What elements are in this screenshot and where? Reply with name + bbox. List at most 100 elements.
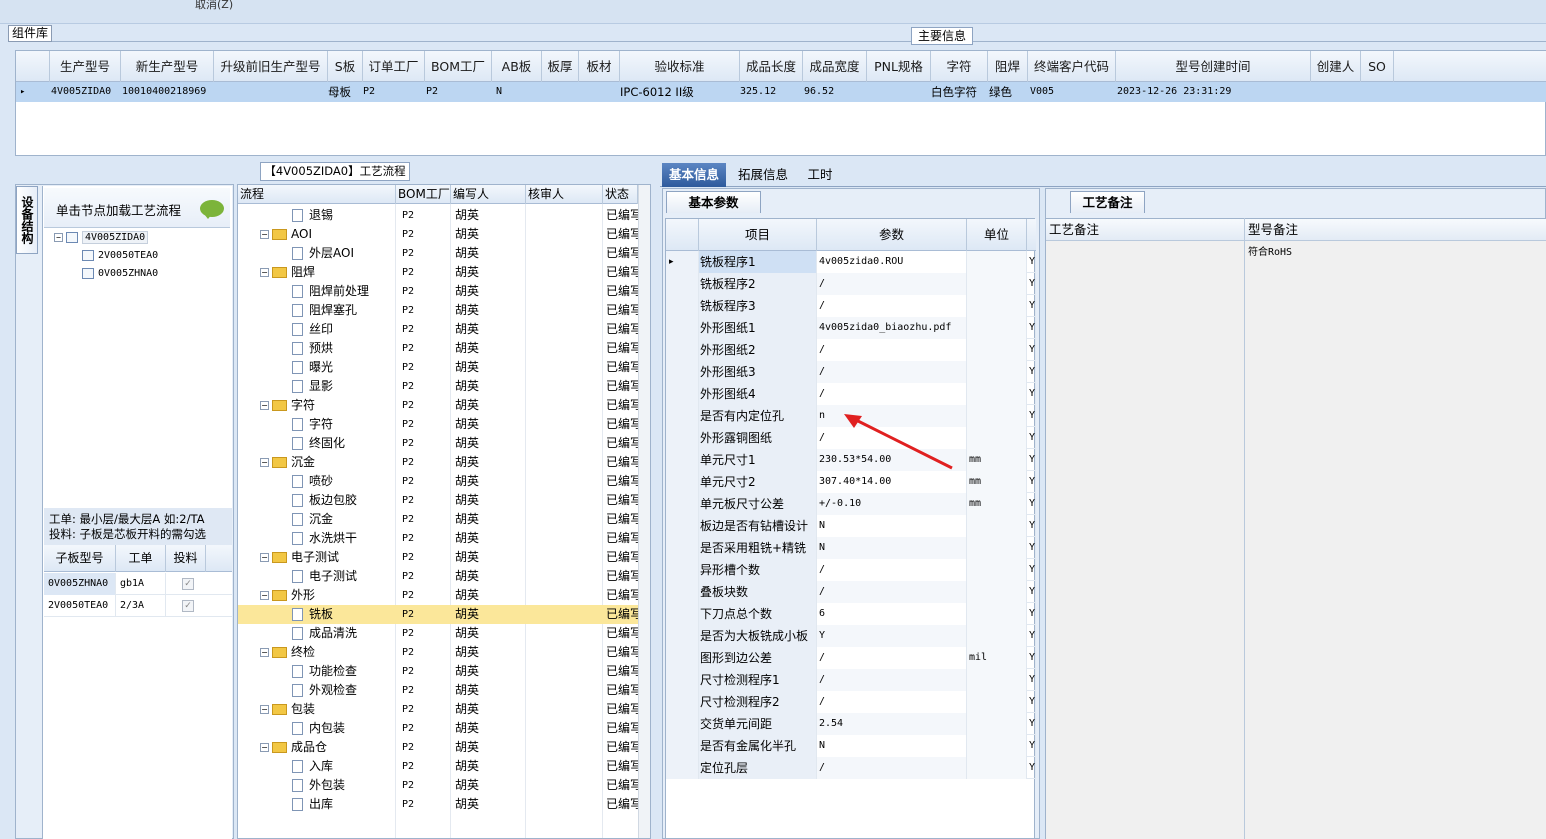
flow-row[interactable]: 成品清洗 P2 胡英 已编写: [238, 624, 638, 643]
param-flag-cell[interactable]: Y: [1027, 625, 1036, 647]
param-item-cell[interactable]: 是否为大板铣成小板: [699, 625, 817, 647]
param-row[interactable]: 单元板尺寸公差 +/-0.10 mm Y: [666, 493, 1036, 515]
col-header[interactable]: 流程: [238, 185, 396, 204]
param-unit-cell[interactable]: [967, 537, 1027, 559]
param-item-cell[interactable]: 铣板程序1: [699, 251, 817, 273]
component-library-tab[interactable]: 组件库: [8, 25, 53, 42]
cancel-label[interactable]: 取消(Z): [195, 0, 233, 12]
cell-length[interactable]: 325.12: [740, 82, 776, 102]
flow-row[interactable]: 曝光 P2 胡英 已编写: [238, 358, 638, 377]
cell-width[interactable]: 96.52: [804, 82, 834, 102]
row-indicator[interactable]: [666, 625, 699, 647]
row-indicator[interactable]: ▸: [666, 251, 699, 273]
param-flag-cell[interactable]: Y: [1027, 735, 1036, 757]
param-value-cell[interactable]: /: [817, 757, 967, 779]
param-unit-cell[interactable]: mm: [967, 471, 1027, 493]
param-unit-cell[interactable]: [967, 427, 1027, 449]
row-indicator[interactable]: [666, 603, 699, 625]
param-item-cell[interactable]: 单元尺寸2: [699, 471, 817, 493]
param-item-cell[interactable]: 单元尺寸1: [699, 449, 817, 471]
param-unit-cell[interactable]: [967, 669, 1027, 691]
col-header[interactable]: BOM工厂: [425, 51, 492, 82]
param-item-cell[interactable]: 外形图纸2: [699, 339, 817, 361]
flow-row[interactable]: 外层AOI P2 胡英 已编写: [238, 244, 638, 263]
param-flag-cell[interactable]: Y: [1027, 361, 1036, 383]
param-item-cell[interactable]: 图形到边公差: [699, 647, 817, 669]
flow-row[interactable]: 阻焊前处理 P2 胡英 已编写: [238, 282, 638, 301]
col-header[interactable]: BOM工厂: [396, 185, 451, 204]
collapse-icon[interactable]: −: [260, 230, 269, 239]
collapse-icon[interactable]: −: [260, 458, 269, 467]
flow-row[interactable]: 电子测试 P2 胡英 已编写: [238, 567, 638, 586]
col-header[interactable]: S板: [328, 51, 363, 82]
flow-row[interactable]: −电子测试 P2 胡英 已编写: [238, 548, 638, 567]
param-flag-cell[interactable]: Y: [1027, 471, 1036, 493]
param-unit-cell[interactable]: [967, 713, 1027, 735]
col-header[interactable]: 板材: [579, 51, 620, 82]
param-flag-cell[interactable]: Y: [1027, 691, 1036, 713]
col-header[interactable]: 成品宽度: [803, 51, 867, 82]
col-header[interactable]: 编写人: [451, 185, 526, 204]
param-value-cell[interactable]: /: [817, 361, 967, 383]
tree-node-child[interactable]: 2V0050TEA0: [82, 248, 158, 264]
param-value-cell[interactable]: 2.54: [817, 713, 967, 735]
flow-row[interactable]: −终检 P2 胡英 已编写: [238, 643, 638, 662]
tree-node-child[interactable]: 0V005ZHNA0: [82, 266, 158, 282]
collapse-icon[interactable]: −: [260, 705, 269, 714]
tree-node-root[interactable]: −4V005ZIDA0: [54, 230, 149, 246]
cell-sub-order[interactable]: 2/3A: [116, 595, 166, 617]
param-value-cell[interactable]: /: [817, 383, 967, 405]
param-unit-cell[interactable]: [967, 251, 1027, 273]
collapse-icon[interactable]: −: [54, 232, 63, 242]
param-unit-cell[interactable]: [967, 273, 1027, 295]
param-flag-cell[interactable]: Y: [1027, 647, 1036, 669]
notes-divider[interactable]: [1244, 218, 1245, 839]
param-value-cell[interactable]: /: [817, 559, 967, 581]
param-value-cell[interactable]: /: [817, 339, 967, 361]
param-item-cell[interactable]: 铣板程序3: [699, 295, 817, 317]
param-row[interactable]: 叠板块数 / Y: [666, 581, 1036, 603]
col-header[interactable]: 阻焊: [988, 51, 1028, 82]
param-value-cell[interactable]: /: [817, 669, 967, 691]
col-header[interactable]: 状态: [603, 185, 638, 204]
col-header[interactable]: 升级前旧生产型号: [214, 51, 328, 82]
collapse-icon[interactable]: −: [260, 553, 269, 562]
param-flag-cell[interactable]: Y: [1027, 317, 1036, 339]
param-value-cell[interactable]: /: [817, 647, 967, 669]
flow-row[interactable]: 入库 P2 胡英 已编写: [238, 757, 638, 776]
param-item-cell[interactable]: 外形图纸4: [699, 383, 817, 405]
param-row[interactable]: 是否采用粗铣+精铣 N Y: [666, 537, 1036, 559]
cell-created[interactable]: 2023-12-26 23:31:29: [1117, 82, 1231, 102]
col-header[interactable]: 型号创建时间: [1116, 51, 1311, 82]
flow-row[interactable]: 字符 P2 胡英 已编写: [238, 415, 638, 434]
param-item-cell[interactable]: 铣板程序2: [699, 273, 817, 295]
param-unit-cell[interactable]: [967, 339, 1027, 361]
flow-row[interactable]: −字符 P2 胡英 已编写: [238, 396, 638, 415]
param-unit-cell[interactable]: [967, 603, 1027, 625]
flow-row[interactable]: 外包装 P2 胡英 已编写: [238, 776, 638, 795]
feed-checkbox[interactable]: ✓: [182, 578, 194, 590]
param-unit-cell[interactable]: [967, 361, 1027, 383]
param-unit-cell[interactable]: mm: [967, 493, 1027, 515]
param-flag-cell[interactable]: Y: [1027, 493, 1036, 515]
param-unit-cell[interactable]: [967, 625, 1027, 647]
param-value-cell[interactable]: 4v005zida0.ROU: [817, 251, 967, 273]
param-flag-cell[interactable]: Y: [1027, 383, 1036, 405]
flow-row[interactable]: 显影 P2 胡英 已编写: [238, 377, 638, 396]
row-indicator[interactable]: [666, 691, 699, 713]
col-header[interactable]: 投料: [166, 545, 206, 572]
row-indicator[interactable]: [666, 537, 699, 559]
flow-row[interactable]: 出库 P2 胡英 已编写: [238, 795, 638, 814]
flow-row[interactable]: 丝印 P2 胡英 已编写: [238, 320, 638, 339]
param-unit-cell[interactable]: [967, 757, 1027, 779]
flow-row[interactable]: −外形 P2 胡英 已编写: [238, 586, 638, 605]
col-header[interactable]: 板厚: [542, 51, 579, 82]
feed-checkbox[interactable]: ✓: [182, 600, 194, 612]
param-value-cell[interactable]: /: [817, 581, 967, 603]
flow-row[interactable]: 预烘 P2 胡英 已编写: [238, 339, 638, 358]
flow-row[interactable]: 板边包胶 P2 胡英 已编写: [238, 491, 638, 510]
param-row[interactable]: 板边是否有钻槽设计 N Y: [666, 515, 1036, 537]
model-remark-text[interactable]: 符合RoHS: [1248, 243, 1292, 258]
param-value-cell[interactable]: /: [817, 691, 967, 713]
param-unit-cell[interactable]: [967, 559, 1027, 581]
